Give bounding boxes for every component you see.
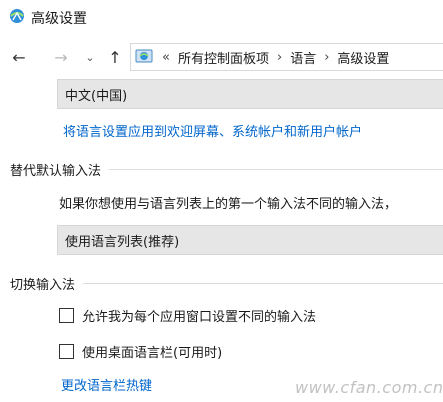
section-title: 切换输入法 bbox=[10, 277, 76, 293]
forward-arrow-icon[interactable]: → bbox=[46, 40, 76, 74]
window-title: 高级设置 bbox=[31, 11, 87, 27]
change-language-bar-hotkeys-link[interactable]: 更改语言栏热键 bbox=[61, 375, 152, 394]
desktop-language-bar-option[interactable]: 使用桌面语言栏(可用时) bbox=[59, 341, 222, 361]
title-bar: 高级设置 bbox=[0, 0, 443, 34]
breadcrumb-advanced-settings[interactable]: 高级设置 bbox=[337, 48, 389, 67]
watermark: www.cfan.com.cn bbox=[295, 378, 443, 397]
control-panel-icon bbox=[10, 9, 24, 23]
breadcrumb-separator-icon[interactable]: › bbox=[324, 50, 329, 65]
up-arrow-icon[interactable]: ↑ bbox=[103, 40, 127, 74]
breadcrumb-language[interactable]: 语言 bbox=[290, 48, 316, 67]
checkbox-label: 使用桌面语言栏(可用时) bbox=[82, 345, 223, 361]
back-arrow-icon[interactable]: ← bbox=[4, 40, 34, 74]
control-panel-icon bbox=[135, 49, 153, 63]
input-method-select[interactable]: 使用语言列表(推荐) bbox=[57, 225, 443, 255]
per-app-input-method-option[interactable]: 允许我为每个应用窗口设置不同的输入法 bbox=[59, 305, 316, 325]
breadcrumb-overflow-icon[interactable]: « bbox=[162, 50, 170, 65]
desktop-language-bar-checkbox[interactable] bbox=[59, 343, 74, 359]
address-bar[interactable]: « 所有控制面板项 › 语言 › 高级设置 bbox=[130, 43, 443, 71]
section-divider bbox=[109, 168, 443, 170]
override-description: 如果你想使用与语言列表上的第一个输入法不同的输入法， bbox=[59, 197, 398, 212]
override-input-method-header: 替代默认输入法 bbox=[10, 159, 443, 179]
display-language-value: 中文(中国) bbox=[65, 88, 128, 104]
breadcrumb-separator-icon[interactable]: › bbox=[277, 50, 282, 65]
navigation-bar: ← → ⌄ ↑ « 所有控制面板项 › 语言 › 高级设置 bbox=[0, 40, 443, 74]
apply-language-settings-link[interactable]: 将语言设置应用到欢迎屏幕、系统帐户和新用户帐户 bbox=[63, 121, 362, 140]
section-title: 替代默认输入法 bbox=[10, 163, 102, 179]
recent-locations-icon[interactable]: ⌄ bbox=[82, 40, 98, 74]
display-language-select[interactable]: 中文(中国) bbox=[57, 79, 443, 109]
per-app-input-method-checkbox[interactable] bbox=[59, 307, 74, 323]
switch-input-method-header: 切换输入法 bbox=[10, 273, 443, 293]
breadcrumb-all-control-panel-items[interactable]: 所有控制面板项 bbox=[178, 48, 269, 67]
checkbox-label: 允许我为每个应用窗口设置不同的输入法 bbox=[82, 309, 317, 325]
input-method-value: 使用语言列表(推荐) bbox=[65, 234, 180, 250]
section-divider bbox=[83, 282, 443, 284]
